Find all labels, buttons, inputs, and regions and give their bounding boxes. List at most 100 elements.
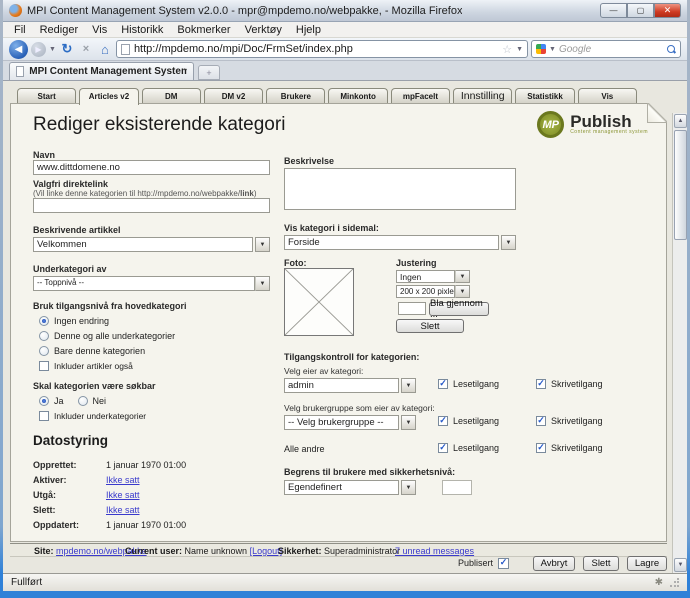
foto-file-input[interactable] (398, 302, 426, 315)
reload-icon[interactable]: ↻ (59, 41, 75, 57)
close-button[interactable]: ✕ (654, 3, 681, 18)
chevron-down-icon[interactable]: ▼ (401, 378, 416, 393)
forward-button[interactable]: ▶ (31, 42, 46, 57)
sikkerhetsniva-input[interactable] (442, 480, 472, 495)
stop-icon[interactable]: × (78, 43, 94, 55)
browser-tab[interactable]: MPI Content Management System v... (9, 62, 194, 80)
new-tab-button[interactable]: + (198, 65, 220, 80)
menu-vis[interactable]: Vis (85, 23, 114, 37)
andre-lesetilgang-checkbox[interactable]: Lesetilgang (438, 443, 499, 453)
chevron-down-icon[interactable]: ▼ (455, 270, 470, 283)
publisert-checkbox-icon[interactable] (498, 558, 509, 569)
url-bar[interactable]: http://mpdemo.no/mpi/Doc/FrmSet/index.ph… (116, 40, 528, 58)
bookmark-star-icon[interactable]: ☆ (502, 43, 512, 56)
sidemal-select[interactable]: Forside ▼ (284, 235, 516, 250)
checkbox-icon[interactable] (39, 361, 49, 371)
checkbox-icon[interactable] (536, 443, 546, 453)
url-text[interactable]: http://mpdemo.no/mpi/Doc/FrmSet/index.ph… (134, 43, 498, 55)
minimize-button[interactable]: — (600, 3, 627, 18)
tab-dm-v2[interactable]: DM v2 (204, 88, 263, 104)
checkbox-icon[interactable] (438, 416, 448, 426)
direktelink-input[interactable] (33, 198, 270, 213)
lagre-button[interactable]: Lagre (627, 556, 667, 571)
chevron-down-icon[interactable]: ▼ (401, 415, 416, 430)
ikke-satt-link[interactable]: Ikke satt (106, 489, 140, 501)
radio-denne-og-alle[interactable]: Denne og alle underkategorier (39, 330, 270, 341)
checkbox-icon[interactable] (39, 411, 49, 421)
tab-statistikk[interactable]: Statistikk (515, 88, 574, 104)
menu-historikk[interactable]: Historikk (114, 23, 170, 37)
avbryt-button[interactable]: Avbryt (533, 556, 575, 571)
foto-size-select[interactable]: 200 x 200 pixler ▼ (396, 285, 470, 298)
gruppe-lesetilgang-checkbox[interactable]: Lesetilgang (438, 416, 499, 426)
chevron-down-icon[interactable]: ▼ (401, 480, 416, 495)
history-dropdown-icon[interactable]: ▼ (49, 46, 56, 53)
underkategori-select[interactable]: -- Toppnivå -- ▼ (33, 276, 270, 291)
home-icon[interactable]: ⌂ (97, 42, 113, 57)
eier-lesetilgang-checkbox[interactable]: Lesetilgang (438, 379, 499, 389)
slett-button[interactable]: Slett (583, 556, 619, 571)
back-button[interactable]: ◀ (9, 40, 28, 59)
checkbox-icon[interactable] (536, 416, 546, 426)
tab-brukere[interactable]: Brukere (266, 88, 325, 104)
url-dropdown-icon[interactable]: ▼ (516, 46, 523, 53)
page-scrollbar[interactable]: ▲ ▼ (672, 113, 687, 573)
browse-button[interactable]: Bla gjennom ... (429, 302, 489, 316)
resize-grip[interactable] (669, 578, 679, 588)
tab-vis[interactable]: Vis (578, 88, 637, 104)
andre-skrivetilgang-checkbox[interactable]: Skrivetilgang (536, 443, 603, 453)
addon-icon[interactable]: ✱ (655, 577, 663, 588)
scroll-down-icon[interactable]: ▼ (674, 558, 687, 572)
search-placeholder[interactable]: Google (559, 44, 664, 55)
radio-nei-icon[interactable] (78, 396, 88, 406)
scrollbar-thumb[interactable] (674, 130, 687, 240)
tab-articles-v2[interactable]: Articles v2 (79, 88, 138, 105)
checkbox-icon[interactable] (536, 379, 546, 389)
brukergruppe-select[interactable]: -- Velg brukergruppe -- ▼ (284, 415, 416, 430)
title-bar[interactable]: MPI Content Management System v2.0.0 - m… (3, 0, 687, 22)
ikke-satt-link[interactable]: Ikke satt (106, 504, 140, 516)
maximize-button[interactable]: ▢ (627, 3, 654, 18)
ikke-satt-link[interactable]: Ikke satt (106, 474, 140, 486)
checkbox-inkluder-underkategorier[interactable]: Inkluder underkategorier (39, 410, 270, 421)
checkbox-icon[interactable] (438, 443, 448, 453)
justering-select[interactable]: Ingen ▼ (396, 270, 470, 283)
menu-fil[interactable]: Fil (7, 23, 33, 37)
chevron-down-icon[interactable]: ▼ (255, 237, 270, 252)
direktelink-label: Valgfri direktelink (33, 179, 270, 189)
checkbox-icon[interactable] (438, 379, 448, 389)
beskrivende-artikkel-select[interactable]: Velkommen ▼ (33, 237, 270, 252)
menu-rediger[interactable]: Rediger (33, 23, 86, 37)
tab-mpfacelt[interactable]: mpFacelt (391, 88, 450, 104)
delete-foto-button[interactable]: Slett (396, 319, 464, 333)
menu-hjelp[interactable]: Hjelp (289, 23, 328, 37)
chevron-down-icon[interactable]: ▼ (455, 285, 470, 298)
scroll-up-icon[interactable]: ▲ (674, 114, 687, 128)
radio-ja-icon[interactable] (39, 396, 49, 406)
gruppe-skrivetilgang-checkbox[interactable]: Skrivetilgang (536, 416, 603, 426)
search-magnifier-icon[interactable] (667, 45, 676, 54)
chevron-down-icon[interactable]: ▼ (501, 235, 516, 250)
tab-start[interactable]: Start (17, 88, 76, 104)
beskrivelse-textarea[interactable] (284, 168, 516, 210)
chevron-down-icon[interactable]: ▼ (255, 276, 270, 291)
navn-input[interactable] (33, 160, 270, 175)
radio-icon[interactable] (39, 346, 49, 356)
eier-select[interactable]: admin ▼ (284, 378, 416, 393)
tab-minkonto[interactable]: Minkonto (328, 88, 387, 104)
menu-bokmerker[interactable]: Bokmerker (170, 23, 237, 37)
publisert-checkbox-row[interactable]: Publisert (458, 558, 509, 569)
tab-innstilling[interactable]: Innstilling (453, 88, 512, 104)
radio-bare-denne[interactable]: Bare denne kategorien (39, 345, 270, 356)
sikkerhetsniva-select[interactable]: Egendefinert ▼ (284, 480, 416, 495)
search-engine-dropdown-icon[interactable]: ▼ (549, 46, 556, 53)
radio-ingen-endring[interactable]: Ingen endring (39, 315, 270, 326)
checkbox-inkluder-artikler[interactable]: Inkluder artikler også (39, 360, 270, 371)
eier-skrivetilgang-checkbox[interactable]: Skrivetilgang (536, 379, 603, 389)
tab-dm[interactable]: DM (142, 88, 201, 104)
radio-icon[interactable] (39, 316, 49, 326)
radio-icon[interactable] (39, 331, 49, 341)
menu-verktoy[interactable]: Verktøy (238, 23, 289, 37)
status-text: Fullført (11, 577, 42, 588)
search-box[interactable]: ▼ Google (531, 40, 681, 58)
